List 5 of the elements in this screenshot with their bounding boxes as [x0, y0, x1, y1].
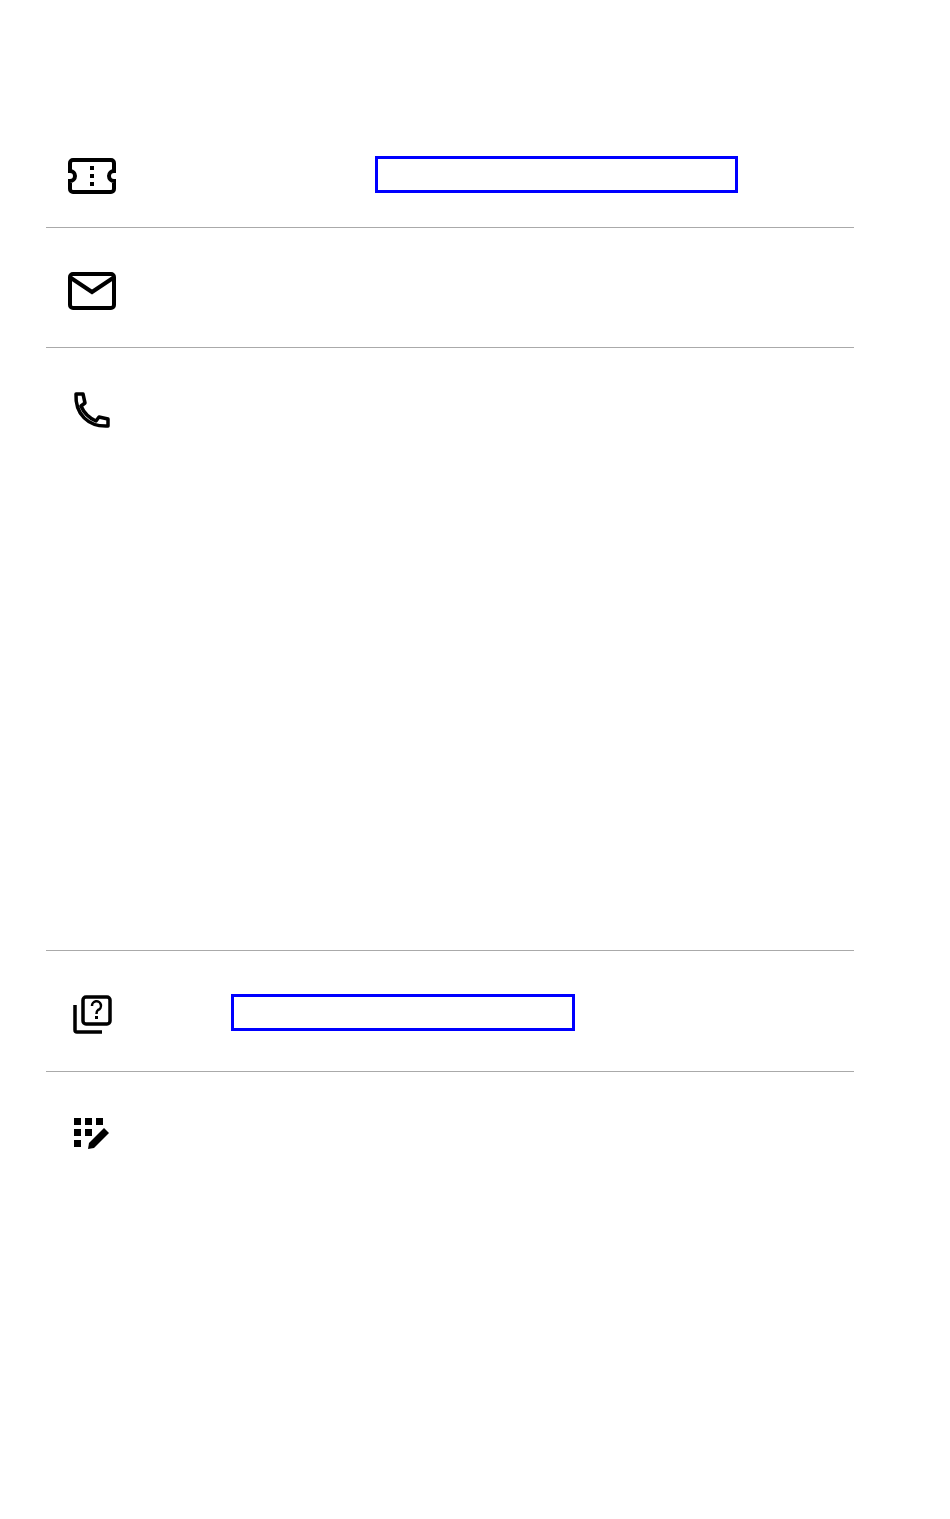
focused-link[interactable]	[375, 156, 738, 193]
mail-icon	[68, 272, 116, 310]
help-icon	[72, 995, 112, 1035]
ticket-icon	[68, 158, 116, 194]
focused-link[interactable]	[231, 994, 575, 1031]
